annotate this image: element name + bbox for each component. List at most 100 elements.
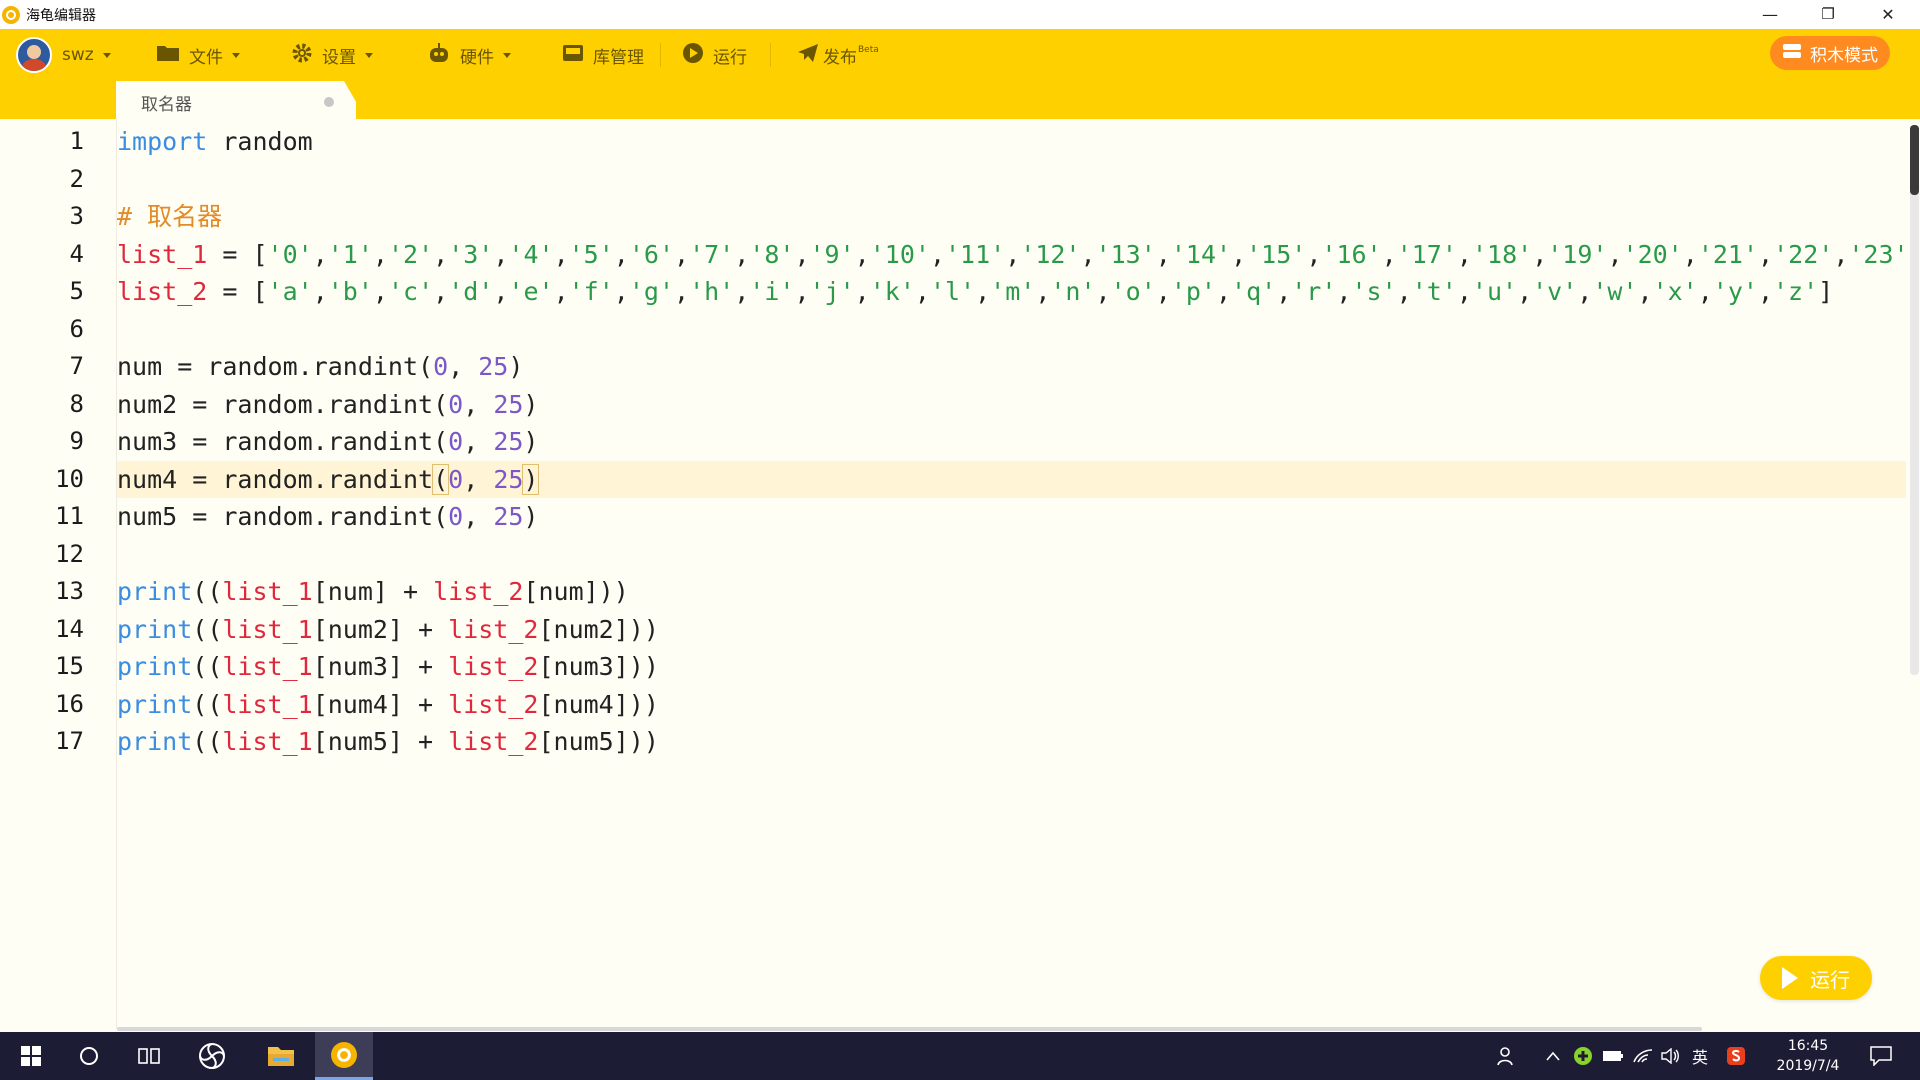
minimize-button[interactable]: — (1742, 0, 1798, 29)
code-line[interactable]: print((list_1[num4] + list_2[num4])) (117, 686, 659, 724)
robot-icon (427, 42, 451, 69)
run-toolbar-button[interactable]: 运行 (682, 29, 747, 81)
publish-button[interactable]: 发布 Beta (797, 29, 879, 81)
line-number: 14 (55, 614, 84, 643)
code-line[interactable]: # 取名器 (117, 198, 222, 236)
code-line[interactable]: list_2 = ['a','b','c','d','e','f','g','h… (117, 273, 1833, 311)
code-line[interactable]: print((list_1[num5] + list_2[num5])) (117, 723, 659, 761)
code-line[interactable]: num3 = random.randint(0, 25) (117, 423, 538, 461)
settings-menu[interactable]: 设置 (291, 29, 373, 81)
beta-badge: Beta (858, 45, 879, 55)
run-button[interactable]: 运行 (1760, 956, 1872, 1000)
toolbar-divider (770, 43, 771, 67)
paper-plane-icon (797, 43, 819, 68)
code-line[interactable]: print((list_1[num2] + list_2[num2])) (117, 611, 659, 649)
blocks-icon (1782, 42, 1802, 65)
user-name: swz (62, 45, 94, 65)
run-button-label: 运行 (1810, 967, 1850, 992)
ime-indicator[interactable]: 英 (1692, 1032, 1708, 1080)
folder-icon (156, 43, 180, 68)
sogou-icon (1727, 1047, 1745, 1065)
start-button[interactable] (3, 1032, 59, 1080)
close-button[interactable]: ✕ (1860, 0, 1916, 29)
wifi-button[interactable] (1633, 1032, 1653, 1080)
speaker-icon (1661, 1048, 1679, 1064)
line-number: 2 (69, 164, 84, 193)
horizontal-scrollbar[interactable] (117, 1027, 1702, 1031)
tab-quminqi[interactable]: 取名器 (116, 81, 356, 119)
line-number: 3 (69, 202, 84, 230)
unsaved-dot-icon[interactable] (324, 97, 334, 107)
settings-menu-label: 设置 (322, 47, 356, 68)
folder-icon (268, 1047, 294, 1066)
code-line[interactable]: print((list_1[num3] + list_2[num3])) (117, 648, 659, 686)
task-view-icon (138, 1048, 160, 1064)
battery-button[interactable] (1602, 1032, 1624, 1080)
action-center-button[interactable] (1870, 1032, 1892, 1080)
system-clock[interactable]: 16:45 2019/7/4 (1770, 1036, 1846, 1076)
notification-icon (1870, 1046, 1892, 1066)
line-number: 6 (69, 314, 84, 343)
line-number: 5 (69, 277, 84, 305)
show-hidden-icons-button[interactable] (1546, 1032, 1560, 1080)
line-number: 12 (55, 539, 84, 568)
code-line[interactable]: print((list_1[num] + list_2[num])) (117, 573, 629, 611)
file-menu[interactable]: 文件 (156, 29, 240, 81)
library-manager-button[interactable]: 库管理 (562, 29, 644, 81)
line-number: 13 (55, 577, 84, 605)
tab-bar: 取名器 (0, 81, 1920, 119)
scrollbar-thumb[interactable] (1910, 125, 1919, 195)
chevron-up-icon (1546, 1051, 1560, 1061)
taskbar-app-pinwheel[interactable] (184, 1032, 240, 1080)
taskbar-file-explorer[interactable] (253, 1032, 309, 1080)
toolbar-divider (660, 43, 661, 67)
app-logo-icon (2, 6, 20, 24)
blocks-mode-button[interactable]: 积木模式 (1770, 36, 1890, 70)
play-circle-icon (682, 42, 704, 69)
code-line[interactable]: num5 = random.randint(0, 25) (117, 498, 538, 536)
chevron-down-icon (503, 52, 511, 58)
code-editor[interactable]: 1 2 3 4 5 6 7 8 9 10 11 12 13 14 15 16 1… (0, 119, 1920, 1029)
line-number: 16 (55, 689, 84, 718)
file-menu-label: 文件 (189, 47, 223, 68)
sogou-ime-button[interactable] (1726, 1032, 1746, 1080)
wifi-icon (1633, 1049, 1653, 1063)
taskbar-turtle-editor[interactable] (315, 1032, 373, 1080)
people-button[interactable] (1497, 1032, 1517, 1080)
line-number: 17 (55, 727, 84, 755)
line-number: 11 (55, 502, 84, 530)
gear-icon (291, 42, 313, 69)
line-number: 7 (69, 352, 84, 380)
inbox-icon (562, 43, 584, 68)
user-menu[interactable]: swz (16, 29, 111, 81)
tray-app-icon[interactable] (1573, 1032, 1593, 1080)
clock-date: 2019/7/4 (1776, 1058, 1840, 1074)
task-view-button[interactable] (121, 1032, 177, 1080)
code-line[interactable]: num4 = random.randint(0, 25) (117, 461, 540, 499)
line-number: 15 (55, 652, 84, 680)
restore-button[interactable]: ❐ (1800, 0, 1856, 29)
turtle-editor-icon (331, 1041, 357, 1068)
search-button[interactable] (61, 1032, 117, 1080)
volume-button[interactable] (1661, 1032, 1681, 1080)
code-line[interactable]: num = random.randint(0, 25) (117, 348, 523, 386)
code-line[interactable]: list_1 = ['0','1','2','3','4','5','6','7… (117, 236, 1906, 274)
code-line[interactable]: num2 = random.randint(0, 25) (117, 386, 538, 424)
avatar (16, 37, 52, 73)
battery-icon (1603, 1051, 1623, 1061)
title-bar: 海龟编辑器 — ❐ ✕ (0, 0, 1920, 29)
run-toolbar-label: 运行 (713, 47, 747, 68)
main-toolbar: swz 文件 设置 硬件 库管理 运行 发布 Beta (0, 29, 1920, 81)
blocks-mode-label: 积木模式 (1810, 45, 1878, 66)
library-manager-label: 库管理 (593, 47, 644, 68)
line-number-gutter: 1 2 3 4 5 6 7 8 9 10 11 12 13 14 15 16 1… (0, 119, 117, 1029)
vertical-scrollbar[interactable] (1910, 125, 1919, 675)
hardware-menu[interactable]: 硬件 (427, 29, 511, 81)
line-number: 9 (69, 427, 84, 455)
cortana-circle-icon (80, 1047, 98, 1065)
chevron-down-icon (232, 52, 240, 58)
publish-label: 发布 (823, 47, 857, 68)
code-area[interactable]: import random # 取名器 list_1 = ['0','1','2… (117, 123, 1906, 1023)
code-line[interactable]: import random (117, 123, 313, 161)
windows-taskbar: 英 16:45 2019/7/4 (0, 1032, 1920, 1080)
